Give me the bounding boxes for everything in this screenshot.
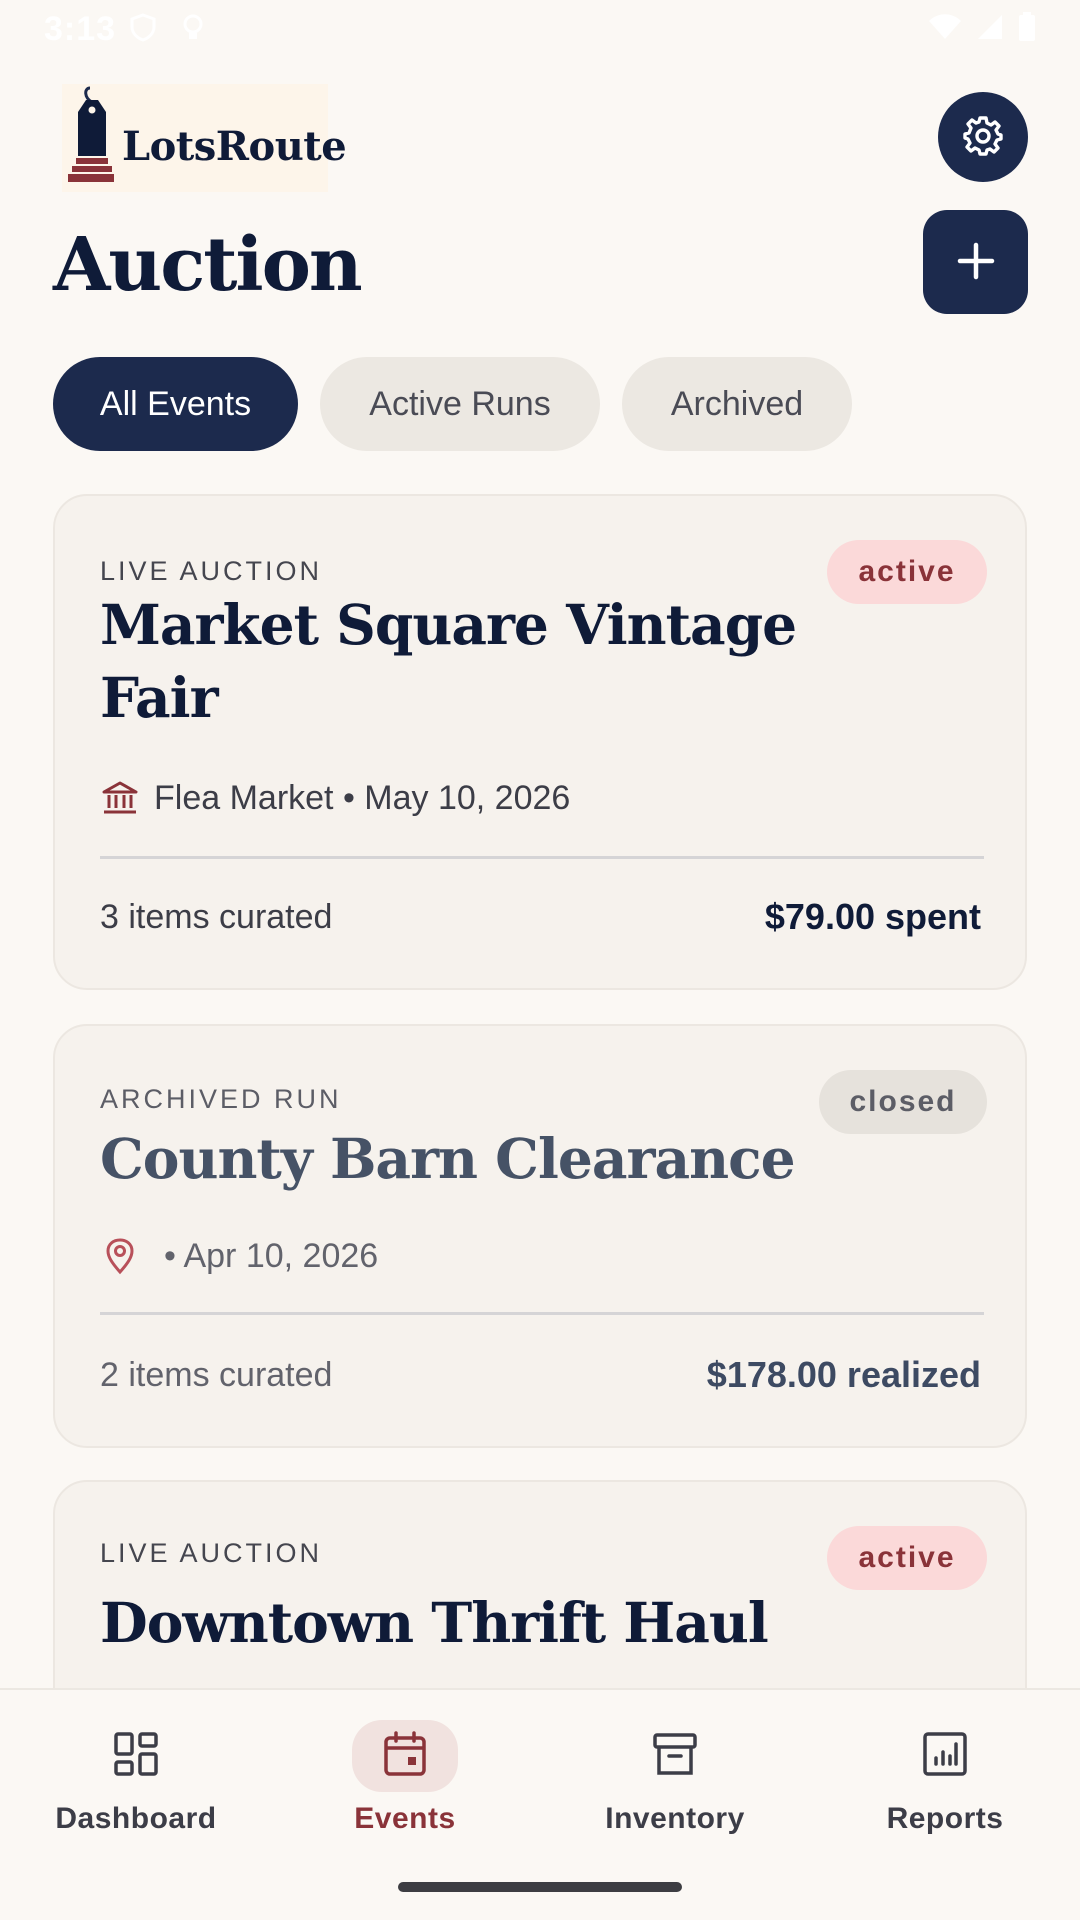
nav-icon-container — [892, 1720, 998, 1792]
location-pin-icon — [100, 1236, 140, 1276]
battery-icon — [1018, 12, 1036, 47]
status-bar: 3:13 — [0, 0, 1080, 60]
amount-spent: $79.00 spent — [764, 896, 981, 937]
card-divider — [100, 1312, 984, 1315]
status-time: 3:13 — [44, 10, 117, 48]
nav-dashboard[interactable]: Dashboard — [26, 1720, 246, 1840]
nav-events[interactable]: Events — [295, 1720, 515, 1840]
status-badge: active — [827, 540, 987, 604]
add-event-button[interactable] — [923, 210, 1028, 314]
event-meta: • Apr 10, 2026 — [100, 1236, 378, 1276]
shield-icon — [128, 12, 158, 42]
event-card[interactable]: ARCHIVED RUN closed County Barn Clearanc… — [53, 1024, 1027, 1448]
status-badge: closed — [819, 1070, 987, 1134]
cellular-signal-icon — [976, 13, 1004, 46]
amount-realized: $178.00 realized — [706, 1354, 981, 1395]
event-title: Market Square Vintage Fair — [100, 588, 797, 734]
archive-box-icon — [651, 1730, 699, 1783]
event-card[interactable]: LIVE AUCTION active Market Square Vintag… — [53, 494, 1027, 990]
card-divider — [100, 856, 984, 859]
bar-chart-icon — [921, 1730, 969, 1783]
items-curated: 3 items curated — [100, 898, 333, 936]
building-icon — [100, 778, 140, 818]
event-type-label: LIVE AUCTION — [100, 556, 323, 586]
lightbulb-icon — [178, 12, 208, 42]
nav-label: Events — [354, 1802, 456, 1835]
event-title: County Barn Clearance — [100, 1126, 796, 1191]
status-system-icons — [928, 12, 1036, 47]
app-logo: LotsRoute — [62, 84, 347, 192]
nav-label: Reports — [886, 1802, 1004, 1835]
status-notification-icons — [128, 12, 208, 42]
event-title-line: Market Square Vintage — [100, 592, 797, 657]
plus-icon — [956, 241, 996, 284]
settings-button[interactable] — [938, 92, 1028, 182]
tab-active-runs[interactable]: Active Runs — [320, 357, 600, 451]
status-badge: active — [827, 1526, 987, 1590]
wifi-icon — [928, 13, 962, 46]
nav-reports[interactable]: Reports — [835, 1720, 1055, 1840]
gear-icon — [962, 115, 1004, 160]
event-title: Downtown Thrift Haul — [100, 1590, 769, 1655]
calendar-icon — [381, 1730, 429, 1783]
event-type-label: LIVE AUCTION — [100, 1538, 323, 1568]
home-indicator[interactable] — [398, 1882, 682, 1892]
event-meta: Flea Market • May 10, 2026 — [100, 778, 570, 818]
auction-tag-logo-icon — [68, 86, 118, 190]
nav-label: Dashboard — [55, 1802, 217, 1835]
nav-icon-container — [622, 1720, 728, 1792]
page-title: Auction — [53, 222, 363, 308]
event-type-label: ARCHIVED RUN — [100, 1084, 342, 1114]
nav-label: Inventory — [605, 1802, 745, 1835]
event-meta-text: Flea Market • May 10, 2026 — [154, 778, 571, 817]
tab-archived[interactable]: Archived — [622, 357, 852, 451]
dashboard-icon — [112, 1730, 160, 1783]
nav-icon-container — [83, 1720, 189, 1792]
nav-inventory[interactable]: Inventory — [565, 1720, 785, 1840]
app-logo-text: LotsRoute — [122, 122, 347, 170]
items-curated: 2 items curated — [100, 1356, 333, 1394]
event-meta-text: • Apr 10, 2026 — [164, 1236, 379, 1275]
nav-icon-container — [352, 1720, 458, 1792]
event-title-line: Fair — [100, 665, 219, 730]
filter-tabs: All Events Active Runs Archived — [53, 357, 852, 451]
tab-all-events[interactable]: All Events — [53, 357, 298, 451]
